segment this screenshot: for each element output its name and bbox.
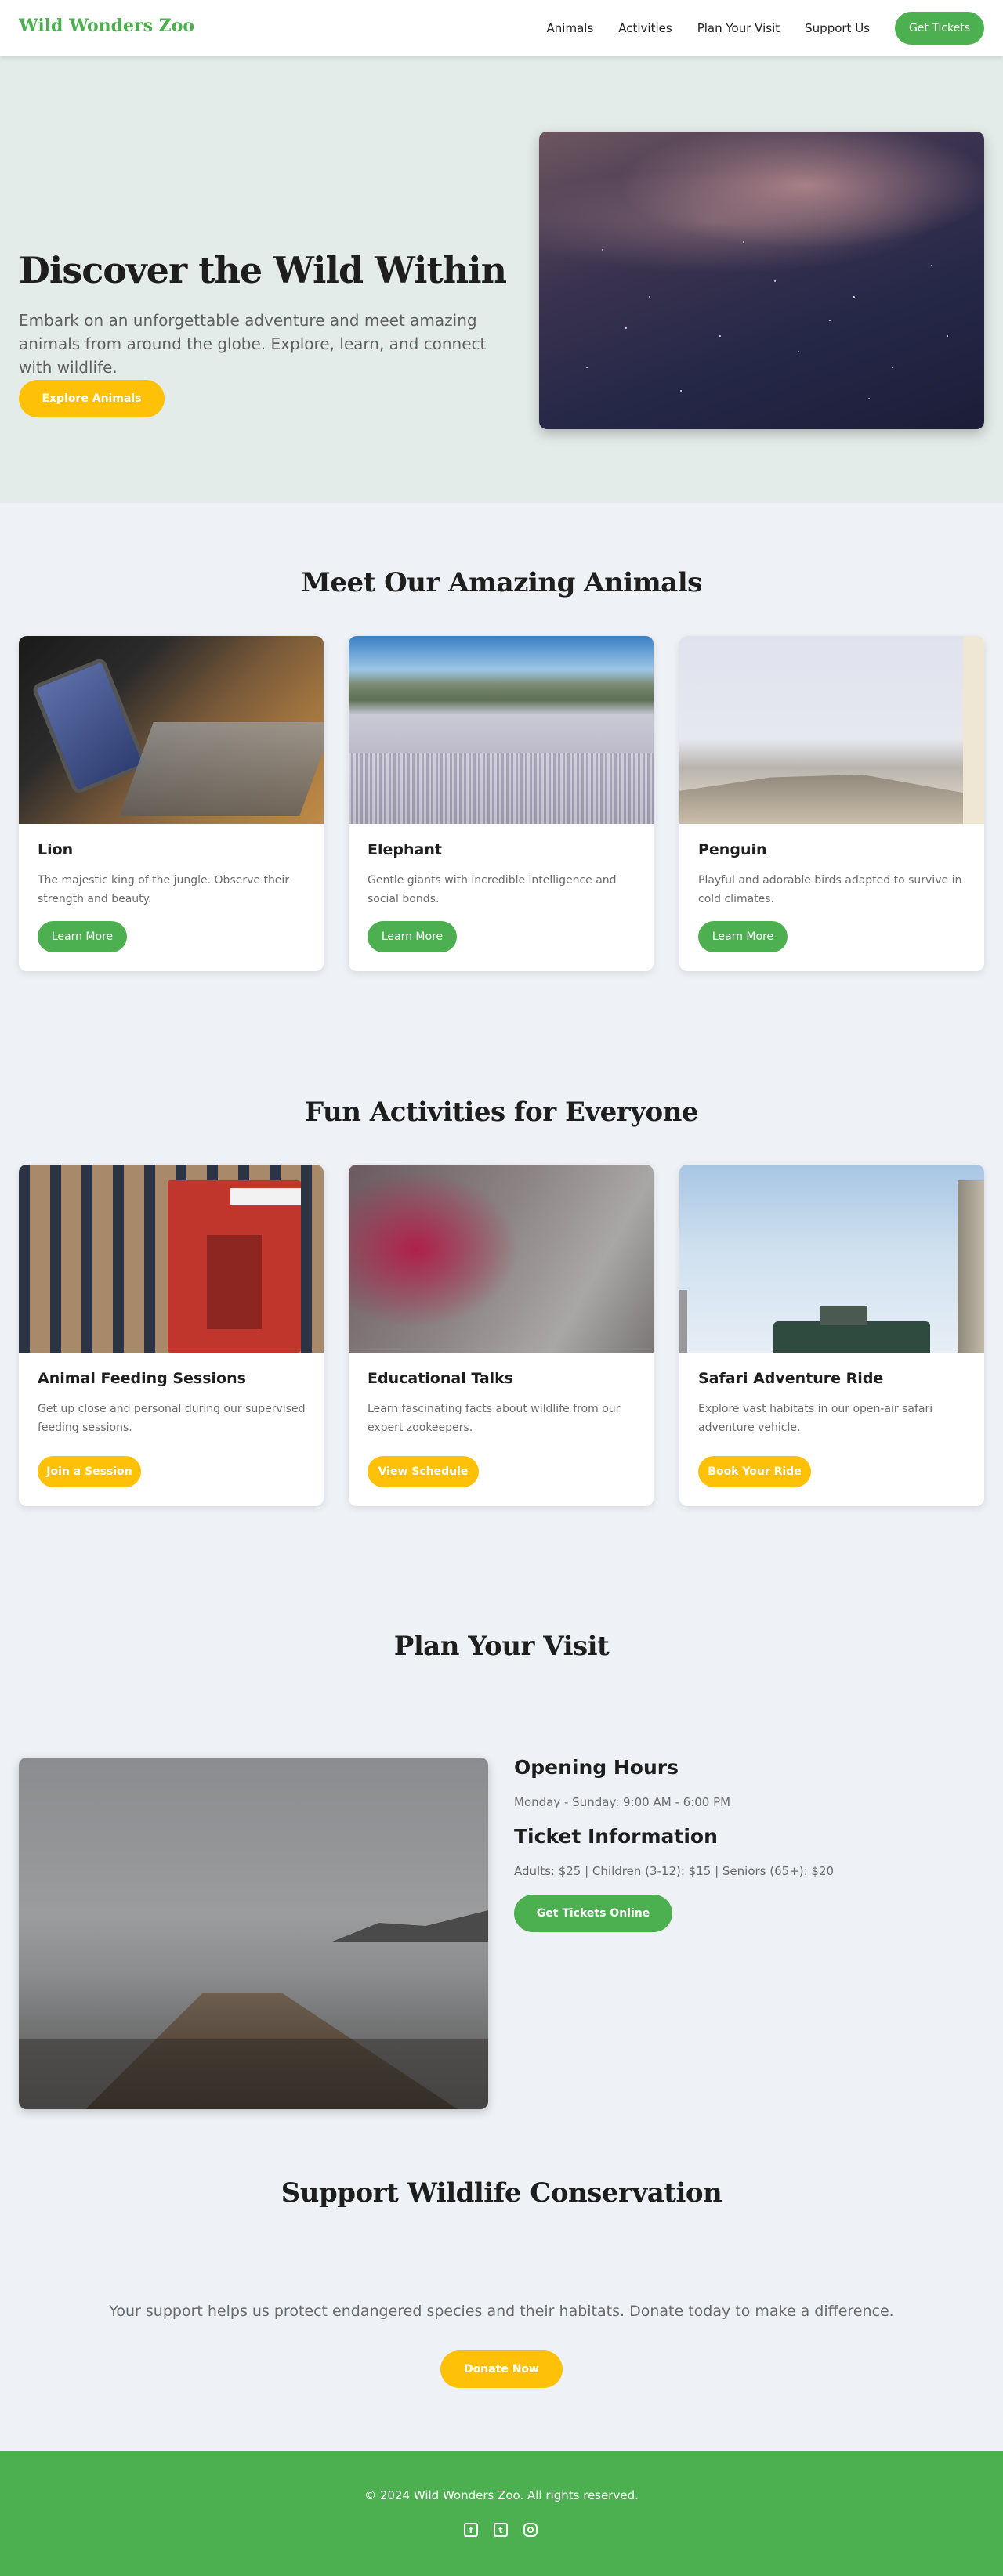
elephant-card-description: Gentle giants with incredible intelligen… <box>368 874 617 905</box>
elephant-card-title: Elephant <box>368 841 442 858</box>
feeding-card-image <box>19 1165 324 1353</box>
penguin-learn-more-button[interactable]: Learn More <box>698 921 788 952</box>
get-tickets-online-button[interactable]: Get Tickets Online <box>514 1895 672 1932</box>
hero-subtitle: Embark on an unforgettable adventure and… <box>19 311 487 377</box>
feeding-card-title: Animal Feeding Sessions <box>38 1370 246 1387</box>
elephant-card-image <box>349 636 654 824</box>
join-session-button[interactable]: Join a Session <box>38 1456 141 1487</box>
page-content: Discover the Wild Within Embark on an un… <box>0 56 1003 2576</box>
donate-now-button[interactable]: Donate Now <box>440 2350 563 2388</box>
lion-card-title: Lion <box>38 841 74 858</box>
animal-card-penguin: Penguin Playful and adorable birds adapt… <box>679 636 984 971</box>
animal-card-elephant: Elephant Gentle giants with incredible i… <box>349 636 654 971</box>
visit-section-title: Plan Your Visit <box>393 1631 610 1662</box>
penguin-card-title: Penguin <box>698 841 767 858</box>
activity-card-talks: Educational Talks Learn fascinating fact… <box>349 1165 654 1506</box>
nav-link-activities[interactable]: Activities <box>618 21 672 35</box>
footer: © 2024 Wild Wonders Zoo. All rights rese… <box>0 2451 1003 2576</box>
twitter-icon[interactable]: t <box>494 2523 508 2537</box>
view-schedule-button[interactable]: View Schedule <box>368 1456 479 1487</box>
lion-learn-more-button[interactable]: Learn More <box>38 921 127 952</box>
activities-section-title: Fun Activities for Everyone <box>305 1097 698 1128</box>
top-nav: Wild Wonders Zoo Animals Activities Plan… <box>0 0 1003 56</box>
activity-card-feeding: Animal Feeding Sessions Get up close and… <box>19 1165 324 1506</box>
visit-image-pier <box>19 1758 488 2109</box>
talks-card-title: Educational Talks <box>368 1370 514 1387</box>
safari-card-description: Explore vast habitats in our open-air sa… <box>698 1403 933 1434</box>
instagram-lens <box>527 2527 534 2533</box>
book-ride-button[interactable]: Book Your Ride <box>698 1456 811 1487</box>
safari-card-title: Safari Adventure Ride <box>698 1370 884 1387</box>
facebook-icon[interactable]: f <box>464 2523 478 2537</box>
feeding-card-description: Get up close and personal during our sup… <box>38 1403 306 1434</box>
instagram-icon[interactable] <box>523 2523 538 2537</box>
animal-card-lion: Lion The majestic king of the jungle. Ob… <box>19 636 324 971</box>
nav-link-animals[interactable]: Animals <box>547 21 594 35</box>
nav-link-support-us[interactable]: Support Us <box>805 21 870 35</box>
explore-animals-button[interactable]: Explore Animals <box>19 380 165 417</box>
penguin-card-description: Playful and adorable birds adapted to su… <box>698 874 962 905</box>
activity-card-safari: Safari Adventure Ride Explore vast habit… <box>679 1165 984 1506</box>
hero-title: Discover the Wild Within <box>19 249 507 291</box>
support-text: Your support helps us protect endangered… <box>109 2303 894 2320</box>
talks-card-image <box>349 1165 654 1353</box>
opening-hours-heading: Opening Hours <box>514 1756 679 1779</box>
nav-link-plan-your-visit[interactable]: Plan Your Visit <box>697 21 780 35</box>
elephant-learn-more-button[interactable]: Learn More <box>368 921 457 952</box>
penguin-card-image <box>679 636 984 824</box>
hero-image-night-sky <box>539 132 984 429</box>
lion-card-image <box>19 636 324 824</box>
brand-logo[interactable]: Wild Wonders Zoo <box>19 16 194 36</box>
ticket-prices-text: Adults: $25 | Children (3-12): $15 | Sen… <box>514 1864 835 1878</box>
lion-card-description: The majestic king of the jungle. Observe… <box>38 874 290 905</box>
get-tickets-button[interactable]: Get Tickets <box>895 12 984 45</box>
nav-links: Animals Activities Plan Your Visit Suppo… <box>547 12 984 45</box>
talks-card-description: Learn fascinating facts about wildlife f… <box>368 1403 621 1434</box>
hero-section: Discover the Wild Within Embark on an un… <box>0 56 1003 503</box>
ticket-information-heading: Ticket Information <box>514 1825 718 1848</box>
opening-hours-text: Monday - Sunday: 9:00 AM - 6:00 PM <box>514 1795 731 1809</box>
support-section-title: Support Wildlife Conservation <box>281 2177 722 2209</box>
animals-section-title: Meet Our Amazing Animals <box>301 567 702 598</box>
safari-card-image <box>679 1165 984 1353</box>
footer-copyright: © 2024 Wild Wonders Zoo. All rights rese… <box>364 2488 639 2502</box>
